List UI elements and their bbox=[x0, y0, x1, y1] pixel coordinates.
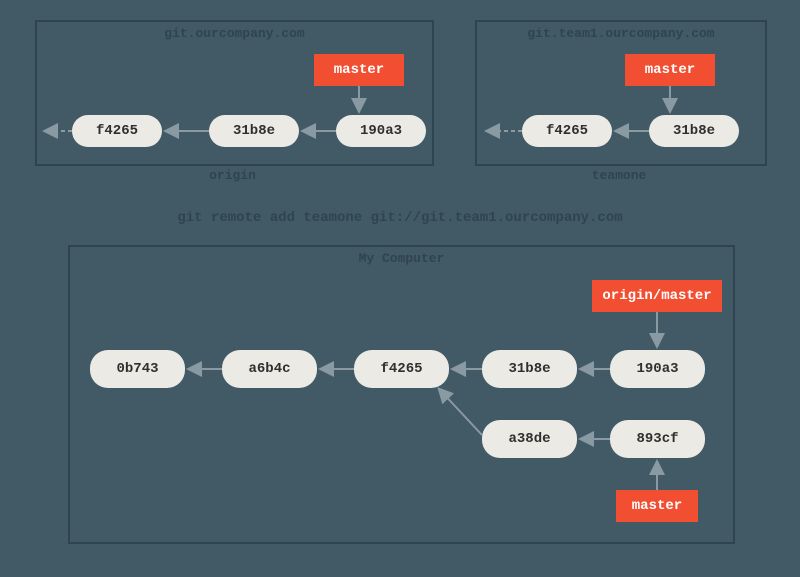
teamone-commit-0: f4265 bbox=[522, 115, 612, 147]
local-commit-1: a6b4c bbox=[222, 350, 317, 388]
teamone-branch-master: master bbox=[625, 54, 715, 86]
local-master: master bbox=[616, 490, 698, 522]
local-commit-3: 31b8e bbox=[482, 350, 577, 388]
origin-title: git.ourcompany.com bbox=[37, 26, 432, 41]
local-commit-0: 0b743 bbox=[90, 350, 185, 388]
origin-commit-0: f4265 bbox=[72, 115, 162, 147]
origin-caption: origin bbox=[35, 168, 430, 183]
teamone-caption: teamone bbox=[475, 168, 763, 183]
origin-commit-1: 31b8e bbox=[209, 115, 299, 147]
local-commit-6: 893cf bbox=[610, 420, 705, 458]
local-commit-4: 190a3 bbox=[610, 350, 705, 388]
local-commit-2: f4265 bbox=[354, 350, 449, 388]
origin-branch-master: master bbox=[314, 54, 404, 86]
local-title: My Computer bbox=[70, 251, 733, 266]
git-command: git remote add teamone git://git.team1.o… bbox=[0, 210, 800, 226]
local-origin-master: origin/master bbox=[592, 280, 722, 312]
origin-commit-2: 190a3 bbox=[336, 115, 426, 147]
teamone-commit-1: 31b8e bbox=[649, 115, 739, 147]
local-commit-5: a38de bbox=[482, 420, 577, 458]
teamone-title: git.team1.ourcompany.com bbox=[477, 26, 765, 41]
